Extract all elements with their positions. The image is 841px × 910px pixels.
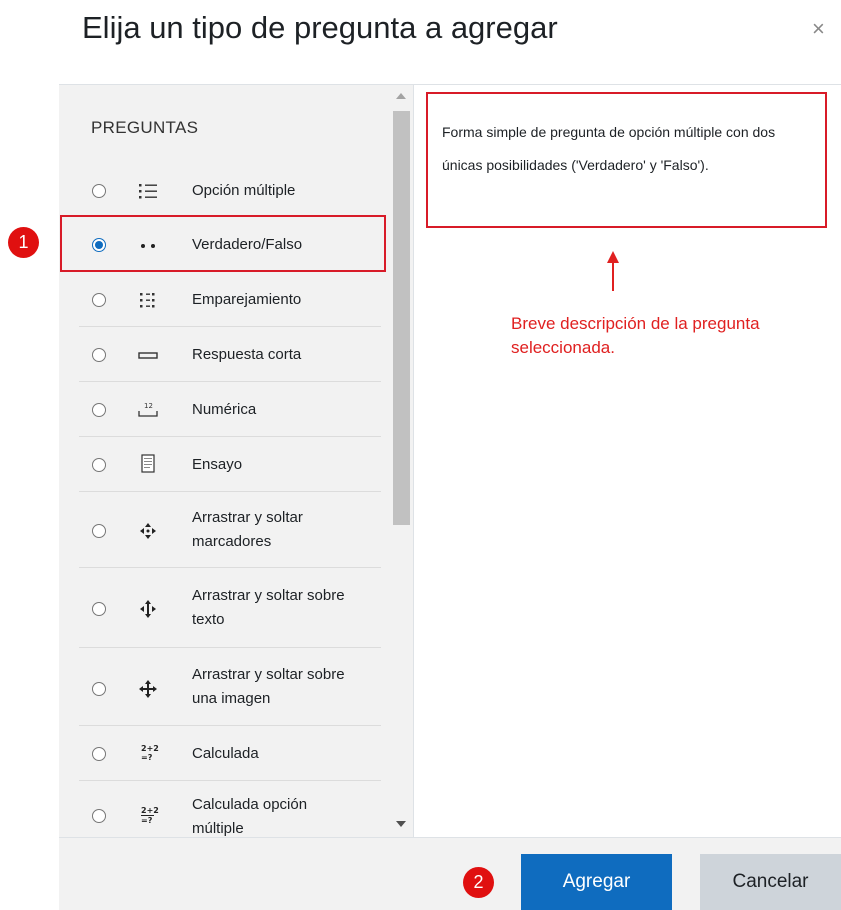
question-label: Emparejamiento — [192, 291, 302, 308]
annotation-note: Breve descripción de la pregunta selecci… — [511, 314, 760, 357]
question-option-ddmarker[interactable]: Arrastrar y soltar marcadores — [59, 493, 381, 568]
pane-divider — [413, 85, 414, 837]
list-scrollbar[interactable] — [390, 85, 413, 837]
short-answer-icon — [135, 345, 161, 365]
dialog-title: Elija un tipo de pregunta a agregar — [82, 10, 558, 45]
question-label: Arrastrar y soltar sobre texto — [192, 587, 345, 628]
step-marker-1: 1 — [8, 227, 39, 258]
question-option-ddwtos[interactable]: Arrastrar y soltar sobre texto — [59, 569, 381, 648]
svg-text:2+2: 2+2 — [141, 806, 159, 815]
question-option-ddimageortext[interactable]: Arrastrar y soltar sobre una imagen — [59, 649, 381, 726]
matching-icon — [135, 290, 161, 310]
question-type-list: PREGUNTAS Opción múltiple Verdadero/Fals… — [59, 85, 413, 837]
question-label: Ensayo — [192, 456, 243, 473]
essay-icon — [135, 454, 161, 474]
question-label: Respuesta corta — [192, 346, 302, 363]
scroll-thumb[interactable] — [393, 111, 410, 525]
numerical-icon: 12 — [135, 400, 161, 420]
radio-button[interactable] — [92, 747, 106, 761]
radio-button[interactable] — [92, 458, 106, 472]
add-button[interactable]: Agregar — [521, 854, 672, 910]
step-marker-2: 2 — [463, 867, 494, 898]
radio-button[interactable] — [92, 809, 106, 823]
question-label: Calculada — [192, 745, 259, 762]
radio-button[interactable] — [92, 602, 106, 616]
question-option-shortanswer[interactable]: Respuesta corta — [59, 328, 381, 382]
calculated-icon: 2+2 =? — [135, 743, 161, 763]
radio-button[interactable] — [92, 682, 106, 696]
question-option-multichoice[interactable]: Opción múltiple — [59, 165, 381, 217]
question-option-essay[interactable]: Ensayo — [59, 438, 381, 492]
question-description: Forma simple de pregunta de opción múlti… — [442, 124, 776, 173]
radio-button[interactable] — [92, 524, 106, 538]
scroll-down-icon[interactable] — [396, 821, 406, 827]
radio-button[interactable] — [92, 348, 106, 362]
radio-button[interactable] — [92, 403, 106, 417]
question-label: Calculada opción múltiple — [192, 796, 308, 837]
question-label: Opción múltiple — [192, 182, 296, 199]
svg-text:=?: =? — [141, 816, 153, 825]
question-option-match[interactable]: Emparejamiento — [59, 273, 381, 327]
cancel-button[interactable]: Cancelar — [700, 854, 841, 910]
scroll-up-icon[interactable] — [396, 93, 406, 99]
radio-button[interactable] — [92, 184, 106, 198]
question-label: Numérica — [192, 401, 257, 418]
question-option-numerical[interactable]: 12 Numérica — [59, 383, 381, 437]
radio-button[interactable] — [92, 293, 106, 307]
close-icon[interactable]: × — [812, 18, 825, 40]
drag-markers-icon — [135, 521, 161, 541]
arrow-line — [612, 258, 614, 291]
drag-image-icon — [135, 679, 161, 699]
drag-text-icon — [135, 599, 161, 619]
svg-text:12: 12 — [144, 402, 153, 410]
question-label: Arrastrar y soltar sobre una imagen — [192, 666, 345, 707]
question-option-calculated[interactable]: 2+2 =? Calculada — [59, 727, 381, 781]
question-option-calculatedmulti[interactable]: 2+2 =? Calculada opción múltiple — [59, 782, 381, 837]
section-heading: PREGUNTAS — [91, 118, 199, 137]
selection-highlight-box — [60, 215, 386, 272]
calculated-multichoice-icon: 2+2 =? — [135, 805, 161, 825]
svg-text:2+2: 2+2 — [141, 744, 159, 753]
multiple-choice-icon — [135, 181, 161, 201]
question-label: Arrastrar y soltar marcadores — [192, 509, 303, 550]
svg-text:=?: =? — [141, 753, 153, 762]
